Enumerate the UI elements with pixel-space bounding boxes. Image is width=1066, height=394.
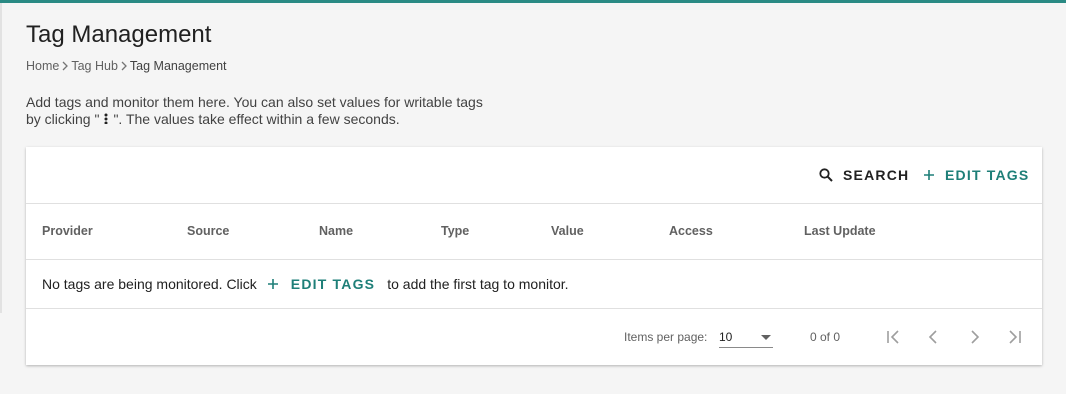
next-page-icon bbox=[971, 330, 980, 344]
description-line-2-prefix: by clicking " bbox=[26, 111, 100, 127]
top-accent-bar bbox=[0, 0, 1066, 3]
search-button[interactable]: SEARCH bbox=[819, 164, 909, 186]
paginator: Items per page: 10 0 of 0 bbox=[26, 309, 1042, 365]
column-header-type[interactable]: Type bbox=[441, 224, 469, 238]
column-header-source[interactable]: Source bbox=[187, 224, 229, 238]
next-page-button[interactable] bbox=[962, 325, 986, 349]
card-toolbar: SEARCH EDIT TAGS bbox=[26, 147, 1042, 204]
first-page-icon bbox=[887, 330, 899, 344]
more-vert-icon bbox=[99, 111, 113, 128]
previous-page-icon bbox=[928, 330, 937, 344]
breadcrumb-tag-hub[interactable]: Tag Hub bbox=[71, 59, 118, 73]
breadcrumb-current: Tag Management bbox=[129, 59, 227, 73]
column-header-name[interactable]: Name bbox=[319, 224, 353, 238]
search-icon bbox=[819, 168, 833, 182]
items-per-page-label: Items per page: bbox=[624, 330, 708, 344]
last-page-icon bbox=[1009, 330, 1021, 344]
plus-icon bbox=[924, 170, 934, 180]
previous-page-button[interactable] bbox=[922, 325, 946, 349]
column-header-access[interactable]: Access bbox=[669, 224, 713, 238]
page-title: Tag Management bbox=[26, 21, 212, 48]
column-header-provider[interactable]: Provider bbox=[42, 224, 93, 238]
breadcrumb-home[interactable]: Home bbox=[26, 59, 59, 73]
chevron-right-icon bbox=[59, 61, 71, 71]
empty-state-row: No tags are being monitored. Click EDIT … bbox=[26, 260, 1042, 309]
empty-state-prefix: No tags are being monitored. Click bbox=[42, 276, 257, 292]
breadcrumb: Home Tag Hub Tag Management bbox=[26, 58, 227, 74]
empty-state-message: No tags are being monitored. Click EDIT … bbox=[42, 276, 569, 292]
chevron-right-icon bbox=[118, 61, 130, 71]
table-header-row: Provider Source Name Type Value Access L… bbox=[26, 204, 1042, 260]
inline-edit-tags-button[interactable]: EDIT TAGS bbox=[267, 276, 375, 292]
description-line-1: Add tags and monitor them here. You can … bbox=[26, 94, 483, 110]
dropdown-arrow-icon bbox=[761, 335, 771, 340]
column-header-last-update[interactable]: Last Update bbox=[804, 224, 876, 238]
search-button-label: SEARCH bbox=[843, 167, 910, 183]
edit-tags-button[interactable]: EDIT TAGS bbox=[923, 164, 1029, 186]
column-header-value[interactable]: Value bbox=[551, 224, 584, 238]
tags-card: SEARCH EDIT TAGS Provider Source Name Ty… bbox=[26, 147, 1042, 365]
first-page-button[interactable] bbox=[882, 325, 906, 349]
edit-tags-button-label: EDIT TAGS bbox=[945, 167, 1030, 183]
last-page-button[interactable] bbox=[1002, 325, 1026, 349]
description-line-2-suffix: ". The values take effect within a few s… bbox=[113, 111, 400, 127]
items-per-page-select[interactable]: 10 bbox=[719, 327, 773, 348]
left-edge-divider bbox=[0, 3, 2, 313]
description-line-2: by clicking " ". The values take effect w… bbox=[26, 111, 483, 128]
empty-state-suffix: to add the first tag to monitor. bbox=[387, 276, 569, 292]
plus-icon bbox=[267, 279, 278, 289]
page-range-label: 0 of 0 bbox=[810, 330, 841, 344]
items-per-page-value: 10 bbox=[719, 330, 733, 344]
inline-edit-tags-label: EDIT TAGS bbox=[290, 276, 376, 292]
page-description: Add tags and monitor them here. You can … bbox=[26, 94, 483, 128]
